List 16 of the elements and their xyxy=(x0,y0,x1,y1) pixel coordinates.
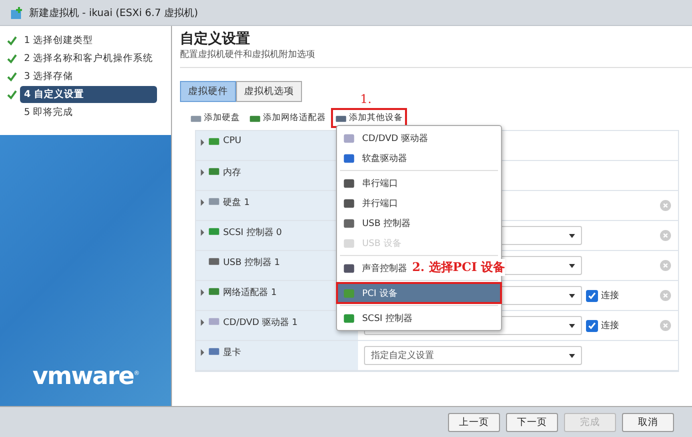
annotation: 2. 选择PCI 设备 xyxy=(412,259,506,276)
hardware-label: 硬盘 1 xyxy=(223,196,250,209)
hardware-label: SCSI 控制器 0 xyxy=(223,226,282,239)
hardware-label: 显卡 xyxy=(223,346,242,359)
hardware-label: USB 控制器 1 xyxy=(223,256,280,269)
window-title: 新建虚拟机 - ikuai (ESXi 6.7 虚拟机) xyxy=(29,6,198,20)
page-subtitle: 配置虚拟机硬件和虚拟机附加选项 xyxy=(180,48,692,68)
checkbox-label: 连接 xyxy=(601,290,620,302)
hardware-label: CPU xyxy=(223,136,242,146)
page-title: 自定义设置 xyxy=(180,30,252,48)
checkbox-label: 连接 xyxy=(601,320,620,332)
hardware-label: CD/DVD 驱动器 1 xyxy=(223,316,298,329)
hardware-label: 内存 xyxy=(223,166,242,179)
hardware-label: 网络适配器 1 xyxy=(223,286,277,299)
annotation: 1. xyxy=(360,92,372,106)
vmware-logo: vmware$^{®}$ xyxy=(32,362,139,390)
